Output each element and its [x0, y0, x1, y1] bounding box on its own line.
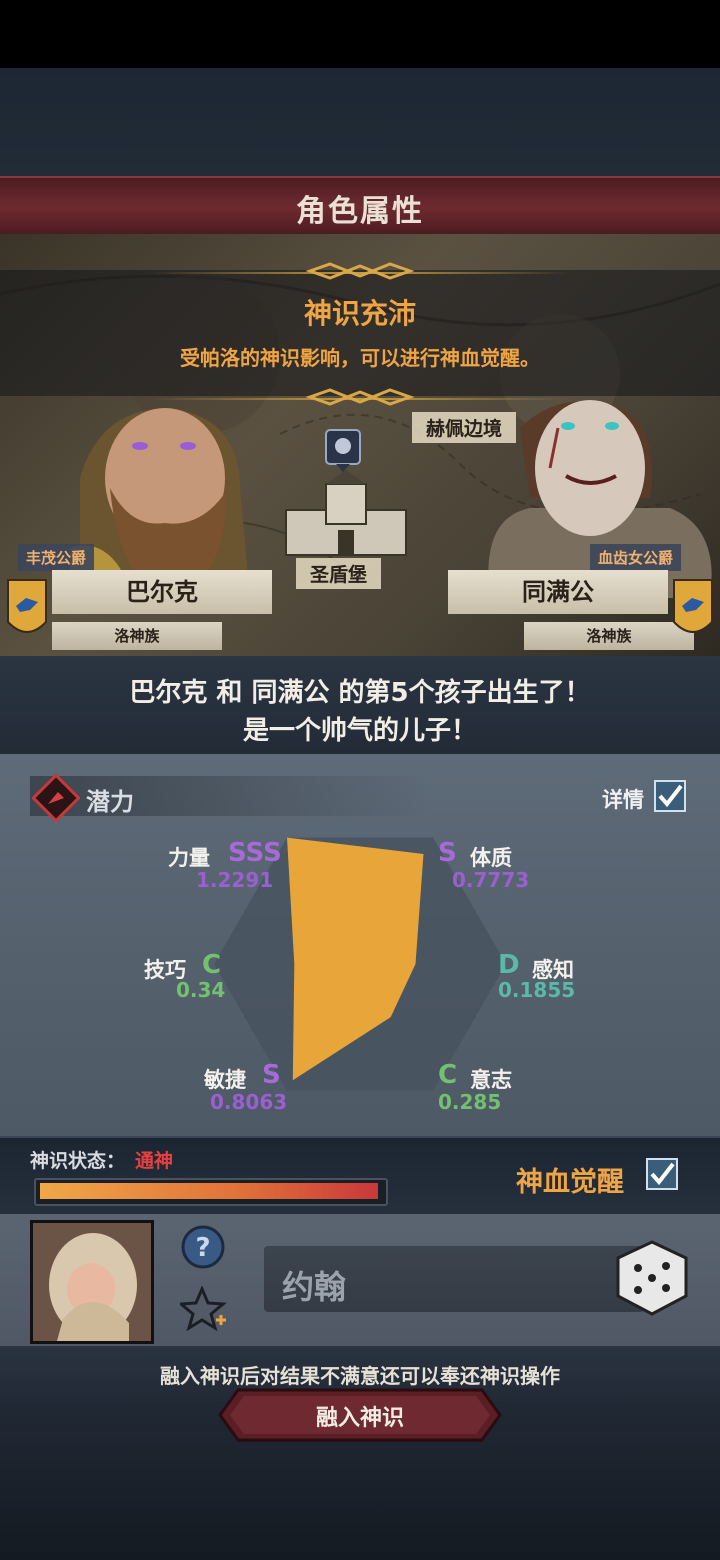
birth-line-2: 是一个帅气的儿子！	[242, 716, 477, 746]
map-marker-icon[interactable]	[324, 428, 362, 472]
stat-grade-agility: S	[262, 1060, 281, 1090]
stat-grade-strength: SSS	[228, 838, 282, 868]
ornament-top-icon	[305, 262, 415, 280]
footer-hint: 融入神识后对结果不满意还可以奉还神识操作	[160, 1364, 560, 1388]
check-icon	[650, 1162, 675, 1186]
header-backdrop	[0, 68, 720, 178]
potential-radar-chart	[214, 837, 506, 1091]
stat-value-strength: 1.2291	[196, 868, 274, 892]
event-banner	[0, 270, 720, 396]
castle-icon	[285, 470, 407, 556]
divine-progress-fill	[40, 1183, 378, 1199]
status-bar-area	[0, 0, 720, 68]
page-title: 角色属性	[296, 194, 424, 229]
help-icon[interactable]: ?	[180, 1224, 226, 1270]
svg-text:?: ?	[195, 1233, 210, 1263]
stat-value-will: 0.285	[438, 1090, 502, 1114]
castle-location-label: 圣盾堡	[296, 558, 382, 589]
stat-value-skill: 0.34	[176, 978, 226, 1002]
awakening-label[interactable]: 神血觉醒	[516, 1160, 624, 1199]
father-name[interactable]: 巴尔克	[52, 570, 272, 614]
dice-random-name-icon[interactable]	[612, 1238, 692, 1318]
map-location-label: 赫佩边境	[412, 412, 517, 443]
divine-state-label: 神识状态：	[30, 1150, 126, 1172]
favorite-add-icon[interactable]	[180, 1286, 228, 1332]
birth-line-1: 巴尔克 和 同满公 的第5个孩子出生了！	[129, 678, 591, 708]
stat-grade-skill: C	[202, 950, 222, 980]
child-name: 约翰	[282, 1268, 347, 1306]
child-avatar[interactable]	[30, 1220, 154, 1344]
awakening-checkbox[interactable]	[646, 1158, 678, 1190]
mother-clan: 洛神族	[524, 622, 694, 650]
mother-title: 血齿女公爵	[590, 544, 682, 571]
stat-value-perception: 0.1855	[498, 978, 576, 1002]
father-crest-icon[interactable]	[6, 578, 48, 644]
father-title: 丰茂公爵	[18, 544, 95, 571]
divine-state-value: 通神	[135, 1150, 174, 1172]
event-description: 受帕洛的神识影响，可以进行神血觉醒。	[180, 346, 540, 370]
mother-name[interactable]: 同满公	[448, 570, 668, 614]
ornament-bottom-icon	[305, 388, 415, 406]
father-clan: 洛神族	[52, 622, 222, 650]
stat-value-constitution: 0.7773	[452, 868, 530, 892]
stat-grade-will: C	[438, 1060, 458, 1090]
stat-value-agility: 0.8063	[210, 1090, 288, 1114]
stat-grade-constitution: S	[438, 838, 457, 868]
event-title: 神识充沛	[303, 297, 416, 330]
merge-divine-button[interactable]: 融入神识	[218, 1400, 502, 1432]
mother-crest-icon[interactable]	[672, 578, 714, 644]
stat-grade-perception: D	[498, 950, 520, 980]
